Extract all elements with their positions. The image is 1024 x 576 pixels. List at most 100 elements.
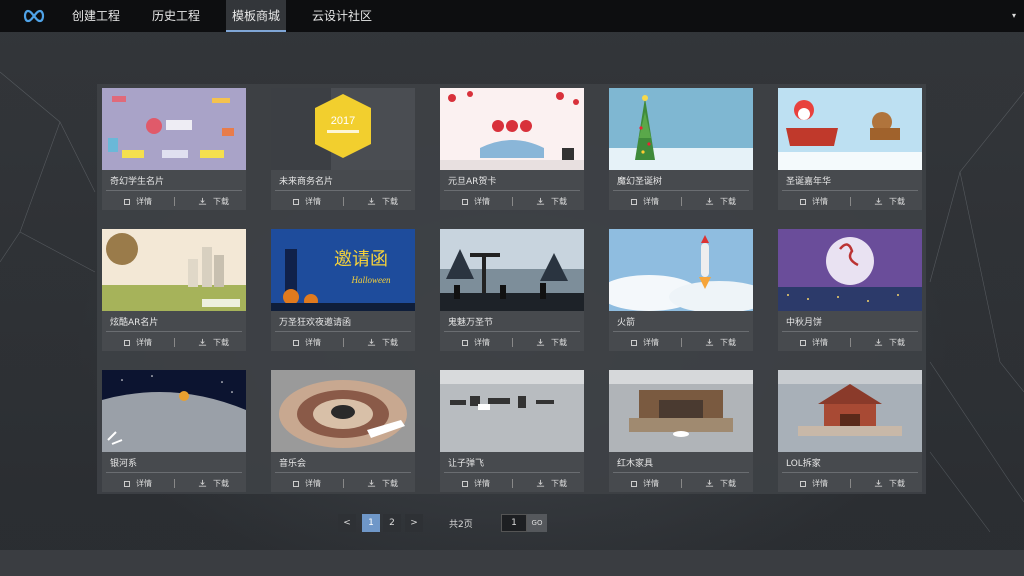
template-card[interactable]: 让子弹飞 详情 下载 <box>440 370 584 492</box>
template-card[interactable]: 音乐会 详情 下载 <box>271 370 415 492</box>
template-thumbnail[interactable] <box>609 88 753 170</box>
action-divider <box>512 338 513 347</box>
page-jump-input[interactable] <box>501 514 527 532</box>
card-divider <box>106 472 242 473</box>
download-label: 下载 <box>551 197 567 206</box>
detail-button[interactable]: 详情 <box>462 196 490 207</box>
detail-label: 详情 <box>474 338 490 347</box>
infinity-logo-icon[interactable] <box>22 8 46 24</box>
prev-page-button[interactable]: < <box>338 514 356 532</box>
detail-button[interactable]: 详情 <box>462 337 490 348</box>
template-thumbnail[interactable] <box>102 229 246 311</box>
detail-button[interactable]: 详情 <box>124 478 152 489</box>
card-divider <box>613 472 749 473</box>
download-button[interactable]: 下载 <box>874 337 905 348</box>
download-button[interactable]: 下载 <box>536 337 567 348</box>
template-thumbnail[interactable] <box>440 88 584 170</box>
detail-button[interactable]: 详情 <box>800 337 828 348</box>
card-actions: 详情 下载 <box>440 335 584 349</box>
template-thumbnail[interactable] <box>102 88 246 170</box>
template-card[interactable]: 圣诞嘉年华 详情 下载 <box>778 88 922 210</box>
download-icon <box>874 338 883 346</box>
template-thumbnail[interactable] <box>271 370 415 452</box>
page-button-1[interactable]: 1 <box>362 514 380 532</box>
template-title: 鬼魅万圣节 <box>448 318 494 328</box>
download-button[interactable]: 下载 <box>705 478 736 489</box>
card-actions: 详情 下载 <box>609 194 753 208</box>
download-button[interactable]: 下载 <box>874 478 905 489</box>
template-card[interactable]: 炫酷AR名片 详情 下载 <box>102 229 246 351</box>
template-card[interactable]: LOL拆家 详情 下载 <box>778 370 922 492</box>
detail-label: 详情 <box>643 479 659 488</box>
download-button[interactable]: 下载 <box>874 196 905 207</box>
download-icon <box>198 479 207 487</box>
card-actions: 详情 下载 <box>778 335 922 349</box>
template-card[interactable]: 邀请函 Halloween 万圣狂欢夜邀请函 详情 下载 <box>271 229 415 351</box>
download-button[interactable]: 下载 <box>705 337 736 348</box>
download-label: 下载 <box>889 479 905 488</box>
template-thumbnail[interactable] <box>440 370 584 452</box>
detail-button[interactable]: 详情 <box>462 478 490 489</box>
template-thumbnail[interactable] <box>102 370 246 452</box>
template-card[interactable]: 魔幻圣诞树 详情 下载 <box>609 88 753 210</box>
template-thumbnail[interactable] <box>778 229 922 311</box>
download-button[interactable]: 下载 <box>198 478 229 489</box>
nav-template-store[interactable]: 模板商城 <box>226 0 287 32</box>
template-card[interactable]: 元旦AR贺卡 详情 下载 <box>440 88 584 210</box>
thumb-year: 2017 <box>331 115 355 127</box>
template-card[interactable]: 鬼魅万圣节 详情 下载 <box>440 229 584 351</box>
download-button[interactable]: 下载 <box>705 196 736 207</box>
pagination: < 1 2 > 共2页 GO <box>0 514 1024 534</box>
card-actions: 详情 下载 <box>778 476 922 490</box>
download-button[interactable]: 下载 <box>367 196 398 207</box>
template-card[interactable]: 火箭 详情 下载 <box>609 229 753 351</box>
detail-button[interactable]: 详情 <box>631 478 659 489</box>
detail-button[interactable]: 详情 <box>293 337 321 348</box>
card-actions: 详情 下载 <box>778 194 922 208</box>
card-divider <box>444 190 580 191</box>
download-button[interactable]: 下载 <box>367 337 398 348</box>
template-thumbnail[interactable]: 邀请函 Halloween <box>271 229 415 311</box>
template-card[interactable]: 红木家具 详情 下载 <box>609 370 753 492</box>
card-actions: 详情 下载 <box>271 476 415 490</box>
go-button[interactable]: GO <box>527 514 547 532</box>
download-button[interactable]: 下载 <box>536 478 567 489</box>
page-button-2[interactable]: 2 <box>383 514 401 532</box>
nav-cloud-community[interactable]: 云设计社区 <box>306 0 378 32</box>
detail-button[interactable]: 详情 <box>800 196 828 207</box>
template-card[interactable]: 银河系 详情 下载 <box>102 370 246 492</box>
template-thumbnail[interactable] <box>778 370 922 452</box>
template-card[interactable]: 2017 未来商务名片 详情 下载 <box>271 88 415 210</box>
detail-button[interactable]: 详情 <box>124 196 152 207</box>
download-icon <box>536 479 545 487</box>
detail-button[interactable]: 详情 <box>293 478 321 489</box>
detail-icon <box>124 198 130 205</box>
template-thumbnail[interactable] <box>440 229 584 311</box>
detail-button[interactable]: 详情 <box>124 337 152 348</box>
download-button[interactable]: 下载 <box>536 196 567 207</box>
nav-create-project[interactable]: 创建工程 <box>66 0 126 32</box>
detail-label: 详情 <box>136 479 152 488</box>
download-button[interactable]: 下载 <box>198 337 229 348</box>
template-card[interactable]: 中秋月饼 详情 下载 <box>778 229 922 351</box>
detail-button[interactable]: 详情 <box>293 196 321 207</box>
detail-label: 详情 <box>305 338 321 347</box>
template-title: 圣诞嘉年华 <box>786 177 832 187</box>
template-thumbnail[interactable]: 2017 <box>271 88 415 170</box>
template-card[interactable]: 奇幻学生名片 详情 下载 <box>102 88 246 210</box>
download-button[interactable]: 下载 <box>367 478 398 489</box>
detail-button[interactable]: 详情 <box>800 478 828 489</box>
download-label: 下载 <box>720 479 736 488</box>
detail-icon <box>124 339 130 346</box>
template-thumbnail[interactable] <box>609 229 753 311</box>
download-button[interactable]: 下载 <box>198 196 229 207</box>
template-title: 红木家具 <box>617 459 654 469</box>
next-page-button[interactable]: > <box>405 514 423 532</box>
template-thumbnail[interactable] <box>609 370 753 452</box>
detail-icon <box>631 198 637 205</box>
caret-down-icon[interactable]: ▾ <box>1012 11 1016 20</box>
detail-button[interactable]: 详情 <box>631 337 659 348</box>
template-thumbnail[interactable] <box>778 88 922 170</box>
nav-history-project[interactable]: 历史工程 <box>146 0 206 32</box>
detail-button[interactable]: 详情 <box>631 196 659 207</box>
